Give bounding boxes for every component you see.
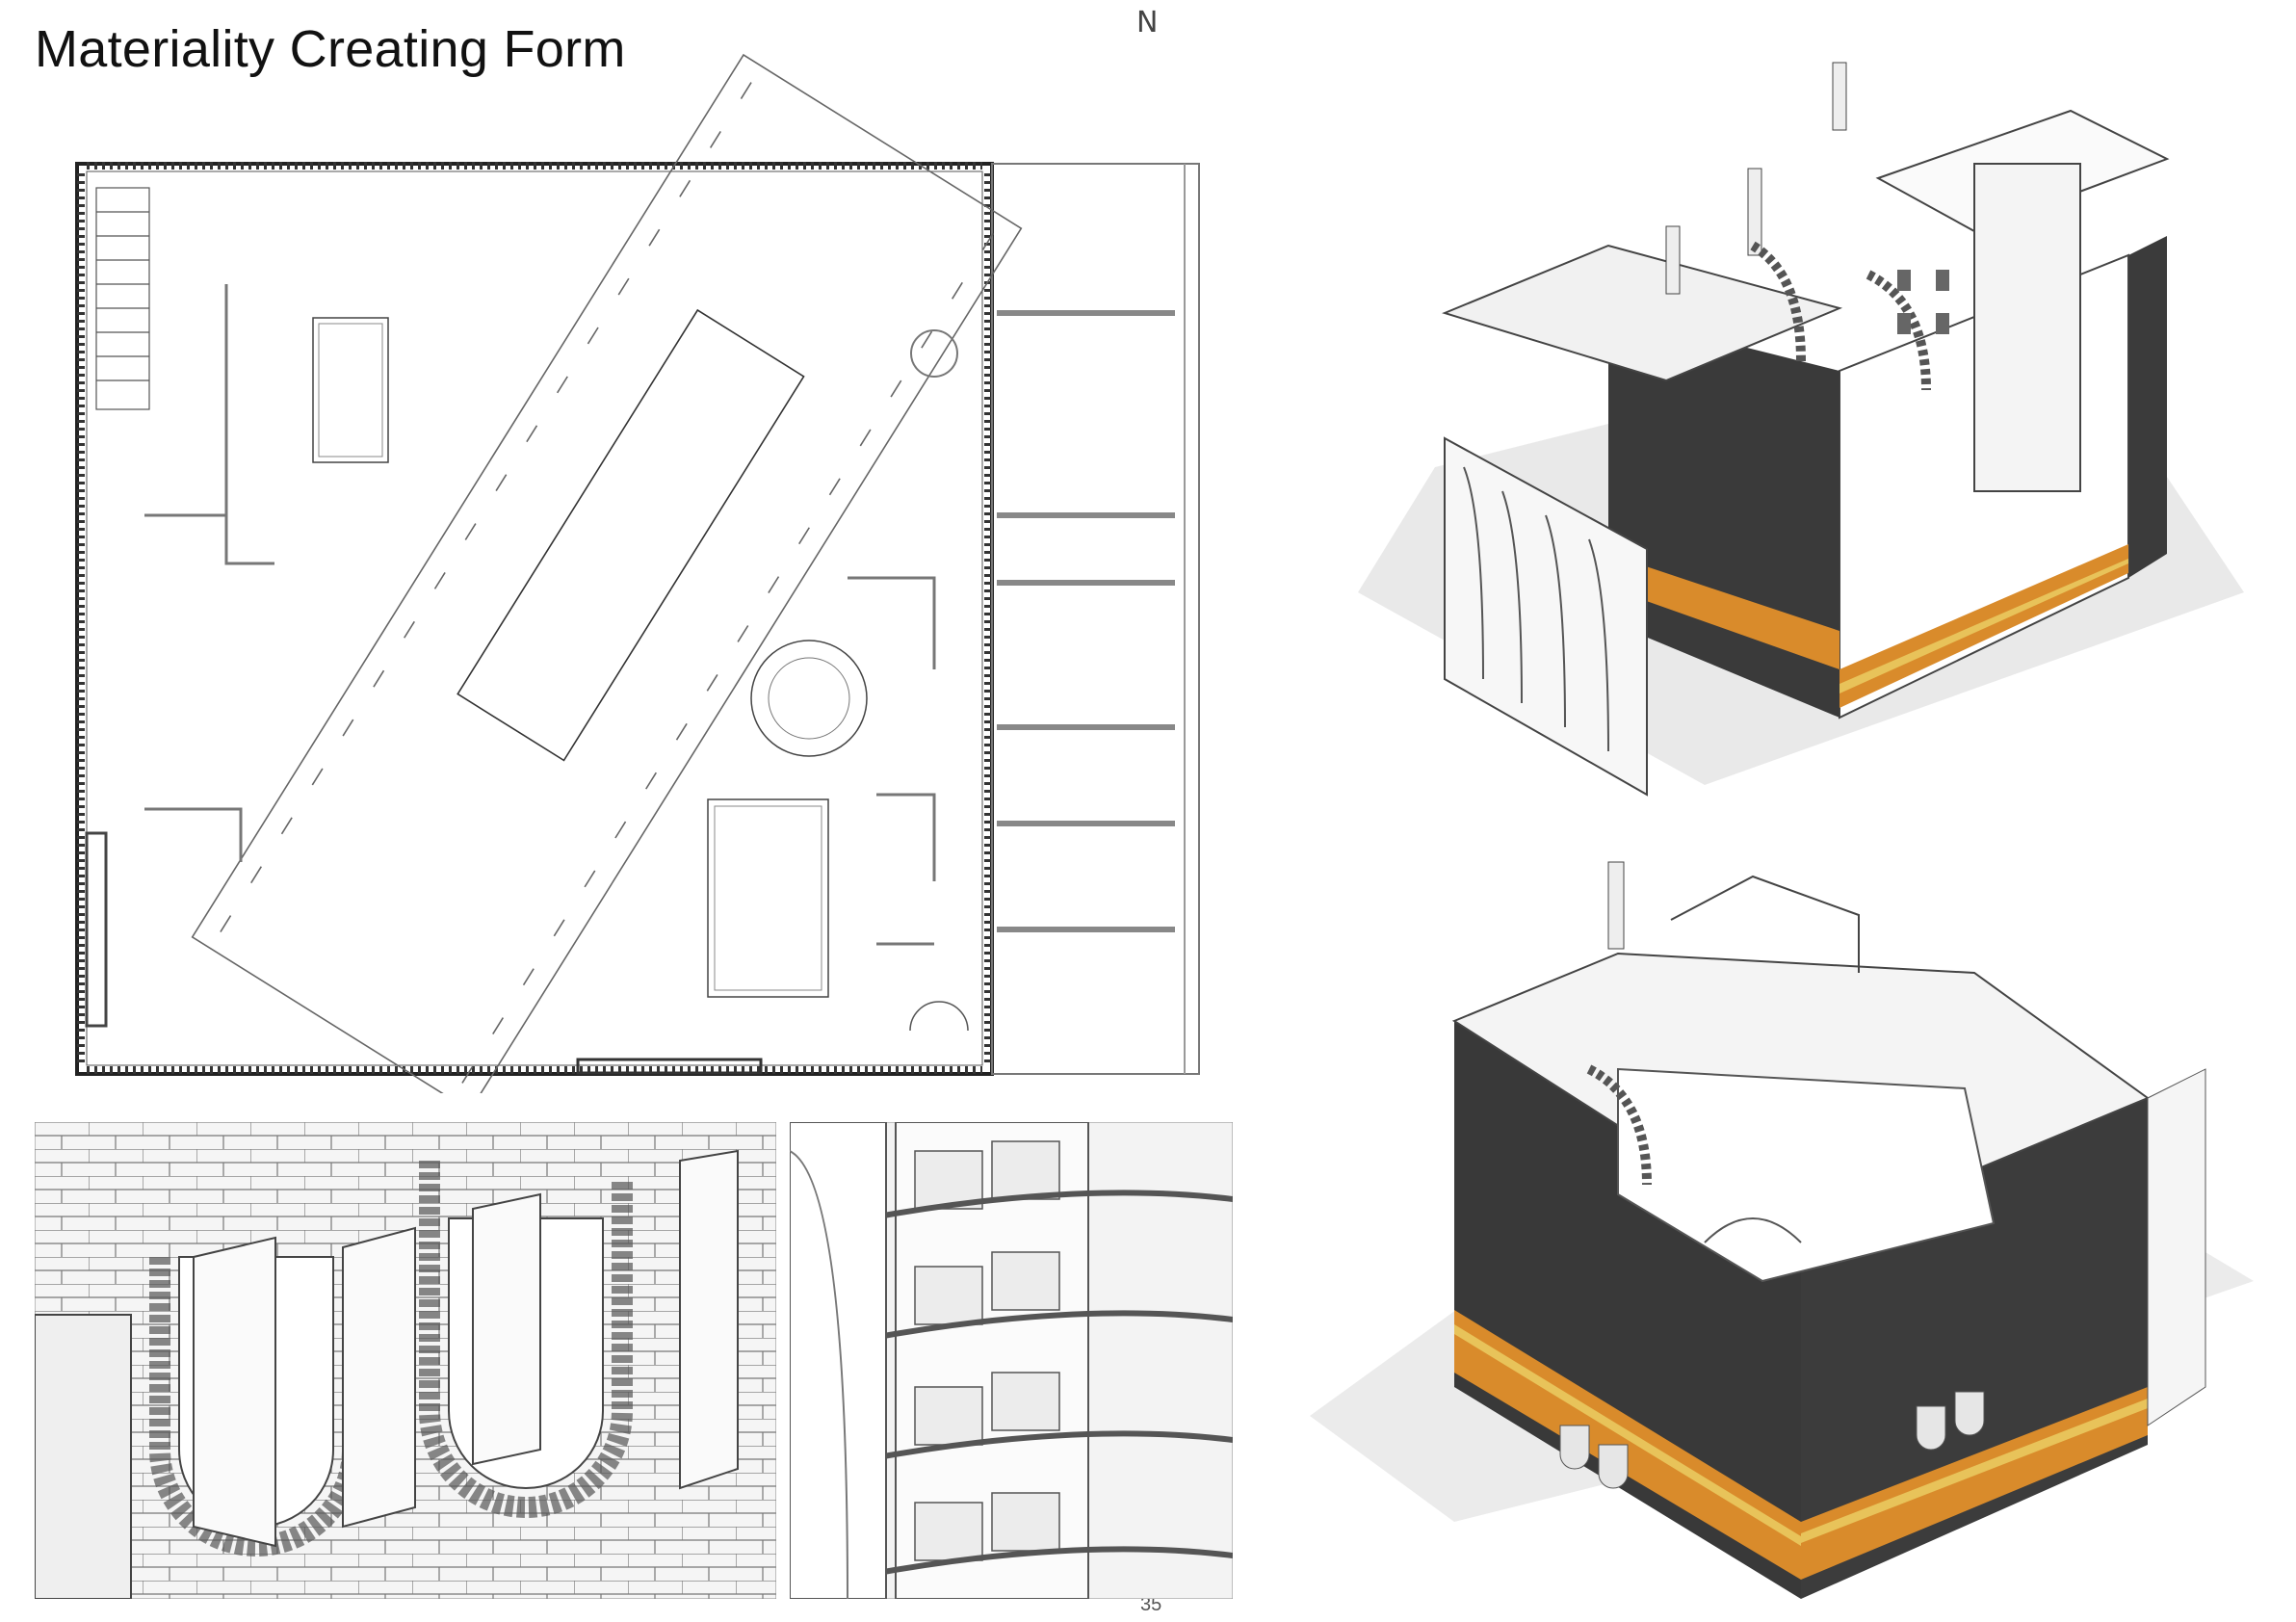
spiral-stair-detail: [790, 1122, 1233, 1599]
axonometric-view-top: [1358, 62, 2244, 797]
axonometric-view-bottom: [1310, 861, 2254, 1599]
brick-arch-detail: [35, 1122, 776, 1599]
north-arrow: N: [1136, 6, 1159, 39]
floor-plan-drawing: [75, 53, 1200, 1093]
